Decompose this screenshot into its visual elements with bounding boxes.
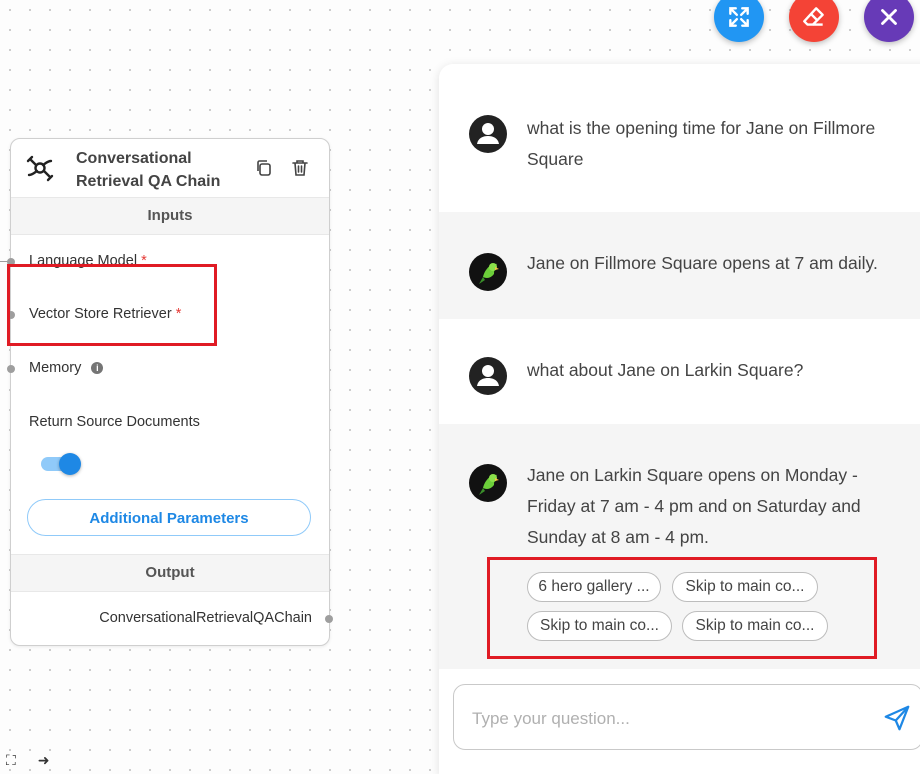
clear-chat-button[interactable] bbox=[789, 0, 839, 42]
parrot-avatar-icon bbox=[469, 464, 507, 502]
node-title: Conversational Retrieval QA Chain bbox=[76, 150, 221, 190]
question-input[interactable] bbox=[470, 703, 854, 735]
expand-arrows-icon bbox=[729, 7, 749, 27]
return-source-documents-label: Return Source Documents bbox=[29, 414, 200, 430]
node-header: Conversational Retrieval QA Chain bbox=[11, 139, 329, 197]
close-icon bbox=[881, 9, 897, 25]
memory-handle[interactable] bbox=[7, 365, 15, 373]
expand-button[interactable] bbox=[714, 0, 764, 42]
send-icon[interactable] bbox=[882, 703, 912, 733]
close-button[interactable] bbox=[864, 0, 914, 42]
canvas-controls: ⛶ ➜ bbox=[6, 752, 49, 769]
message-text: what is the opening time for Jane on Fil… bbox=[527, 118, 876, 169]
chat-message-user: what is the opening time for Jane on Fil… bbox=[439, 78, 920, 212]
question-input-box bbox=[453, 684, 920, 750]
parrot-avatar-icon bbox=[469, 253, 507, 291]
output-label: ConversationalRetrievalQAChain bbox=[99, 610, 312, 626]
duplicate-icon[interactable] bbox=[255, 159, 273, 177]
toggle-thumb bbox=[59, 453, 81, 475]
edge-line bbox=[0, 261, 10, 262]
output-header: Output bbox=[11, 554, 329, 592]
highlight-box bbox=[7, 264, 217, 346]
info-icon[interactable]: i bbox=[91, 362, 104, 375]
message-text: Jane on Fillmore Square opens at 7 am da… bbox=[527, 253, 878, 273]
additional-parameters-button[interactable]: Additional Parameters bbox=[27, 499, 311, 536]
chat-panel: what is the opening time for Jane on Fil… bbox=[439, 64, 920, 774]
user-avatar-icon bbox=[469, 357, 507, 395]
chat-message-user: what about Jane on Larkin Square? bbox=[439, 319, 920, 424]
highlight-box bbox=[487, 557, 877, 659]
return-source-documents-toggle[interactable] bbox=[41, 452, 81, 475]
inputs-header: Inputs bbox=[11, 197, 329, 235]
memory-label: Memory i bbox=[29, 360, 104, 376]
chain-logo-icon bbox=[26, 155, 54, 182]
output-handle[interactable] bbox=[325, 615, 333, 623]
chain-node[interactable]: Conversational Retrieval QA Chain Inputs… bbox=[7, 138, 333, 646]
eraser-icon bbox=[803, 7, 824, 26]
message-text: what about Jane on Larkin Square? bbox=[527, 360, 804, 380]
chat-message-bot: Jane on Fillmore Square opens at 7 am da… bbox=[439, 212, 920, 319]
delete-icon[interactable] bbox=[291, 159, 309, 177]
message-text: Jane on Larkin Square opens on Monday - … bbox=[527, 465, 861, 547]
user-avatar-icon bbox=[469, 115, 507, 153]
fit-view-icon[interactable]: ⛶ bbox=[6, 752, 16, 768]
redo-icon[interactable]: ➜ bbox=[38, 752, 50, 768]
